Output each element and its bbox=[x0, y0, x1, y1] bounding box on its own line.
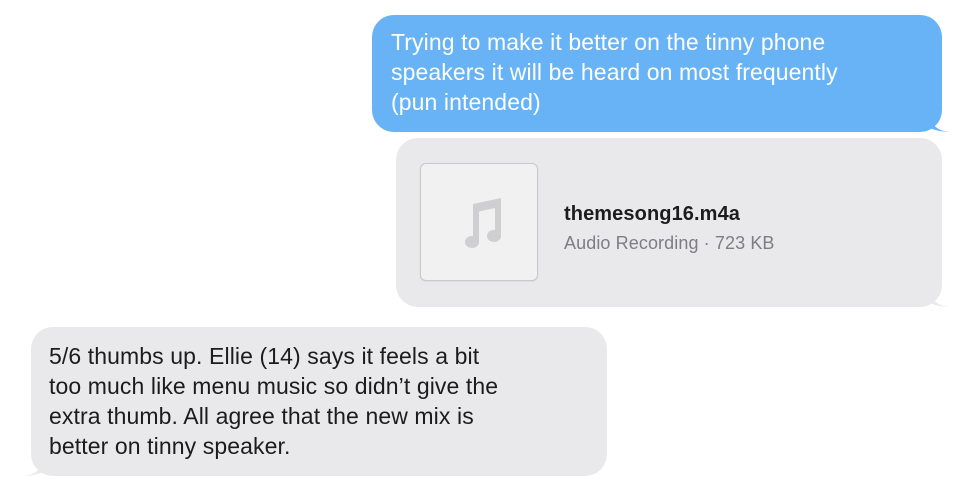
message-text-line: Trying to make it better on the tinny ph… bbox=[391, 29, 826, 55]
file-name[interactable]: themesong16.m4a bbox=[564, 201, 740, 227]
message-text-line: (pun intended) bbox=[391, 89, 541, 115]
message-text-line: 5/6 thumbs up. Ellie (14) says it feels … bbox=[49, 343, 480, 369]
file-meta: Audio Recording · 723 KB bbox=[564, 233, 775, 253]
bubble-tail bbox=[23, 460, 43, 476]
bubble-tail bbox=[930, 291, 950, 307]
music-note-icon bbox=[465, 198, 501, 248]
incoming-message-bubble[interactable]: 5/6 thumbs up. Ellie (14) says it feels … bbox=[23, 327, 607, 476]
message-text-line: speakers it will be heard on most freque… bbox=[391, 59, 838, 85]
message-text-line: too much like menu music so didn’t give … bbox=[49, 373, 499, 399]
message-text-line: better on tinny speaker. bbox=[49, 433, 291, 459]
message-text-line: extra thumb. All agree that the new mix … bbox=[49, 403, 474, 429]
bubble-tail bbox=[930, 116, 950, 132]
outgoing-message-bubble[interactable]: Trying to make it better on the tinny ph… bbox=[372, 15, 950, 132]
attachment-bubble[interactable]: themesong16.m4a Audio Recording · 723 KB bbox=[396, 138, 950, 307]
file-thumbnail[interactable] bbox=[420, 163, 538, 281]
